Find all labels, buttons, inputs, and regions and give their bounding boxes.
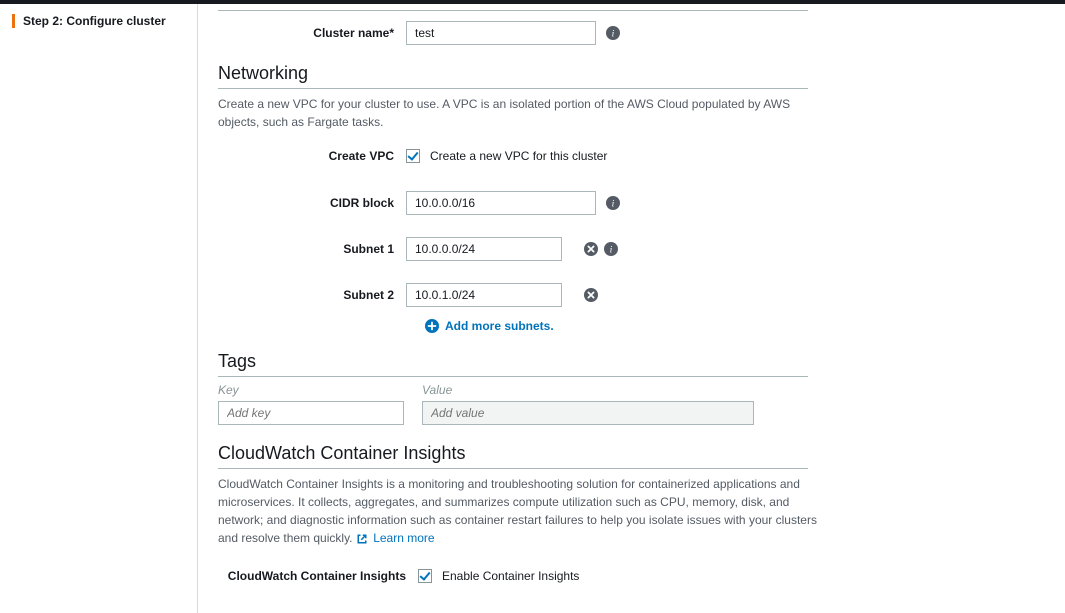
create-vpc-label: Create VPC — [218, 149, 406, 163]
divider — [218, 376, 808, 377]
divider — [218, 468, 808, 469]
cloudwatch-title: CloudWatch Container Insights — [218, 443, 1045, 464]
wizard-step-label: Step 2: Configure cluster — [23, 14, 166, 28]
tags-section: Tags Key Value — [218, 351, 1045, 425]
create-vpc-row: Create VPC Create a new VPC for this clu… — [218, 149, 1045, 163]
info-icon[interactable]: i — [606, 26, 620, 40]
cidr-row: CIDR block i — [218, 191, 1045, 215]
cluster-name-row: Cluster name* i — [218, 21, 1045, 45]
cloudwatch-insights-label: CloudWatch Container Insights — [218, 569, 418, 583]
cidr-input[interactable] — [406, 191, 596, 215]
tag-value-input[interactable] — [422, 401, 754, 425]
networking-desc: Create a new VPC for your cluster to use… — [218, 95, 808, 131]
cluster-name-label: Cluster name* — [218, 26, 406, 40]
info-icon[interactable]: i — [606, 196, 620, 210]
subnet1-input[interactable] — [406, 237, 562, 261]
add-more-subnets-link[interactable]: Add more subnets. — [425, 319, 1045, 333]
cloudwatch-insights-row: CloudWatch Container Insights Enable Con… — [218, 569, 1045, 583]
cluster-name-input[interactable] — [406, 21, 596, 45]
create-vpc-check-label: Create a new VPC for this cluster — [430, 149, 607, 163]
tags-headers: Key Value — [218, 383, 1045, 397]
svg-text:i: i — [612, 29, 615, 40]
subnet1-label: Subnet 1 — [218, 242, 406, 256]
cidr-label: CIDR block — [218, 196, 406, 210]
wizard-step-2[interactable]: Step 2: Configure cluster — [12, 14, 185, 28]
add-more-subnets-label: Add more subnets. — [445, 319, 554, 333]
enable-insights-label: Enable Container Insights — [442, 569, 579, 583]
tag-key-header: Key — [218, 383, 404, 397]
svg-text:i: i — [610, 245, 613, 256]
networking-section: Networking Create a new VPC for your clu… — [218, 63, 1045, 333]
networking-title: Networking — [218, 63, 1045, 84]
divider — [218, 88, 808, 89]
page-container: Step 2: Configure cluster Cluster name* … — [0, 4, 1065, 613]
sidebar: Step 2: Configure cluster — [0, 4, 198, 613]
create-vpc-checkbox[interactable] — [406, 149, 420, 163]
top-rule — [218, 10, 808, 11]
svg-text:i: i — [612, 199, 615, 210]
enable-insights-checkbox[interactable] — [418, 569, 432, 583]
remove-subnet-icon[interactable] — [584, 242, 598, 256]
cloudwatch-section: CloudWatch Container Insights CloudWatch… — [218, 443, 1045, 583]
subnet1-row: Subnet 1 i — [218, 237, 1045, 261]
subnet2-input[interactable] — [406, 283, 562, 307]
learn-more-link[interactable]: Learn more — [373, 531, 434, 545]
main-content: Cluster name* i Networking Create a new … — [198, 4, 1065, 613]
info-icon[interactable]: i — [604, 242, 618, 256]
cloudwatch-desc-text: CloudWatch Container Insights is a monit… — [218, 477, 817, 545]
tag-value-header: Value — [422, 383, 452, 397]
external-link-icon — [356, 533, 368, 545]
tags-inputs — [218, 401, 1045, 425]
subnet2-label: Subnet 2 — [218, 288, 406, 302]
tags-title: Tags — [218, 351, 1045, 372]
cloudwatch-desc: CloudWatch Container Insights is a monit… — [218, 475, 830, 547]
subnet2-row: Subnet 2 — [218, 283, 1045, 307]
remove-subnet-icon[interactable] — [584, 288, 598, 302]
tag-key-input[interactable] — [218, 401, 404, 425]
